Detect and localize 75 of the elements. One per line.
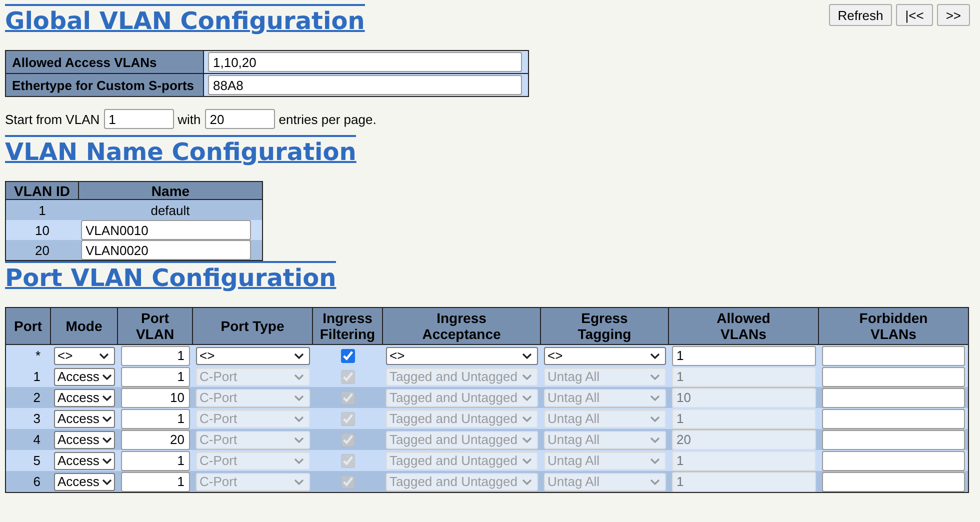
caret-icon xyxy=(294,394,304,400)
port-cell: 4 xyxy=(6,429,50,450)
column-header: Port Type xyxy=(192,308,312,344)
vlan-name-field[interactable]: VLAN0010 xyxy=(80,220,250,240)
mode-select[interactable]: <> xyxy=(54,346,114,364)
table-cell: default xyxy=(78,200,262,220)
port-cell: 6 xyxy=(6,471,50,492)
paging-label: with xyxy=(178,112,201,126)
column-header: Egress Tagging xyxy=(540,308,668,344)
column-header: Name xyxy=(78,182,262,200)
table-cell: 1 xyxy=(6,200,78,220)
caret-icon xyxy=(522,458,532,464)
port-type-select[interactable]: <> xyxy=(196,346,310,364)
caret-icon xyxy=(522,436,532,442)
setting-field[interactable]: 1,10,20 xyxy=(208,52,522,72)
column-header: Mode xyxy=(50,308,118,344)
column-header: Forbidden VLANs xyxy=(818,308,968,344)
column-header: Allowed VLANs xyxy=(668,308,818,344)
column-header: Ingress Acceptance xyxy=(382,308,540,344)
setting-field[interactable]: 88A8 xyxy=(208,75,522,95)
caret-icon xyxy=(650,394,660,400)
caret-icon xyxy=(294,416,304,422)
caret-icon xyxy=(650,416,660,422)
caret-icon xyxy=(102,458,112,464)
caret-icon xyxy=(102,436,112,442)
ingress-filtering-checkbox[interactable] xyxy=(340,349,354,364)
caret-icon xyxy=(650,374,660,380)
toolbar-button[interactable]: >> xyxy=(936,4,970,26)
caret-icon xyxy=(294,374,304,380)
port-vlan-field[interactable]: 1 xyxy=(120,346,190,366)
caret-icon xyxy=(294,478,304,484)
column-header: VLAN ID xyxy=(6,182,78,200)
caret-icon xyxy=(522,416,532,422)
paging-label: Start from VLAN xyxy=(5,112,100,126)
caret-icon xyxy=(522,394,532,400)
toolbar-button[interactable]: |<< xyxy=(896,4,933,26)
caret-icon xyxy=(102,416,112,422)
caret-icon xyxy=(102,374,112,380)
port-cell: 5 xyxy=(6,450,50,471)
section-heading: Port VLAN Configuration xyxy=(5,261,336,293)
egress-tagging-select[interactable]: <> xyxy=(544,346,666,364)
port-cell: 3 xyxy=(6,408,50,429)
table-cell: 10 xyxy=(6,220,78,240)
setting-label: Ethertype for Custom S-ports xyxy=(6,74,204,96)
start-vlan-field[interactable]: 1 xyxy=(104,109,174,129)
caret-icon xyxy=(650,352,660,358)
port-cell: 2 xyxy=(6,387,50,408)
caret-icon xyxy=(102,394,112,400)
toolbar-button[interactable]: Refresh xyxy=(828,4,892,26)
entries-field[interactable]: 20 xyxy=(204,109,275,129)
port-cell: * xyxy=(6,344,50,366)
caret-icon xyxy=(650,458,660,464)
caret-icon xyxy=(522,374,532,380)
caret-icon xyxy=(522,478,532,484)
caret-icon xyxy=(294,436,304,442)
caret-icon xyxy=(650,436,660,442)
caret-icon xyxy=(294,458,304,464)
section-heading: Global VLAN Configuration xyxy=(5,4,365,36)
setting-label: Allowed Access VLANs xyxy=(6,50,204,74)
allowed-vlans-field[interactable]: 1 xyxy=(672,346,816,366)
ingress-acceptance-select[interactable]: <> xyxy=(386,346,538,364)
forbidden-vlans-field[interactable] xyxy=(822,346,965,366)
caret-icon xyxy=(294,352,304,358)
caret-icon xyxy=(522,352,532,358)
paging-label: entries per page. xyxy=(278,112,376,126)
caret-icon xyxy=(650,478,660,484)
vlan-name-field[interactable]: VLAN0020 xyxy=(80,240,250,260)
port-cell: 1 xyxy=(6,366,50,387)
table-cell: 20 xyxy=(6,240,78,260)
section-heading: VLAN Name Configuration xyxy=(5,135,356,167)
caret-icon xyxy=(102,478,112,484)
caret-icon xyxy=(98,352,108,358)
column-header: Ingress Filtering xyxy=(312,308,382,344)
column-header: Port VLAN xyxy=(118,308,192,344)
column-header: Port xyxy=(6,308,50,344)
